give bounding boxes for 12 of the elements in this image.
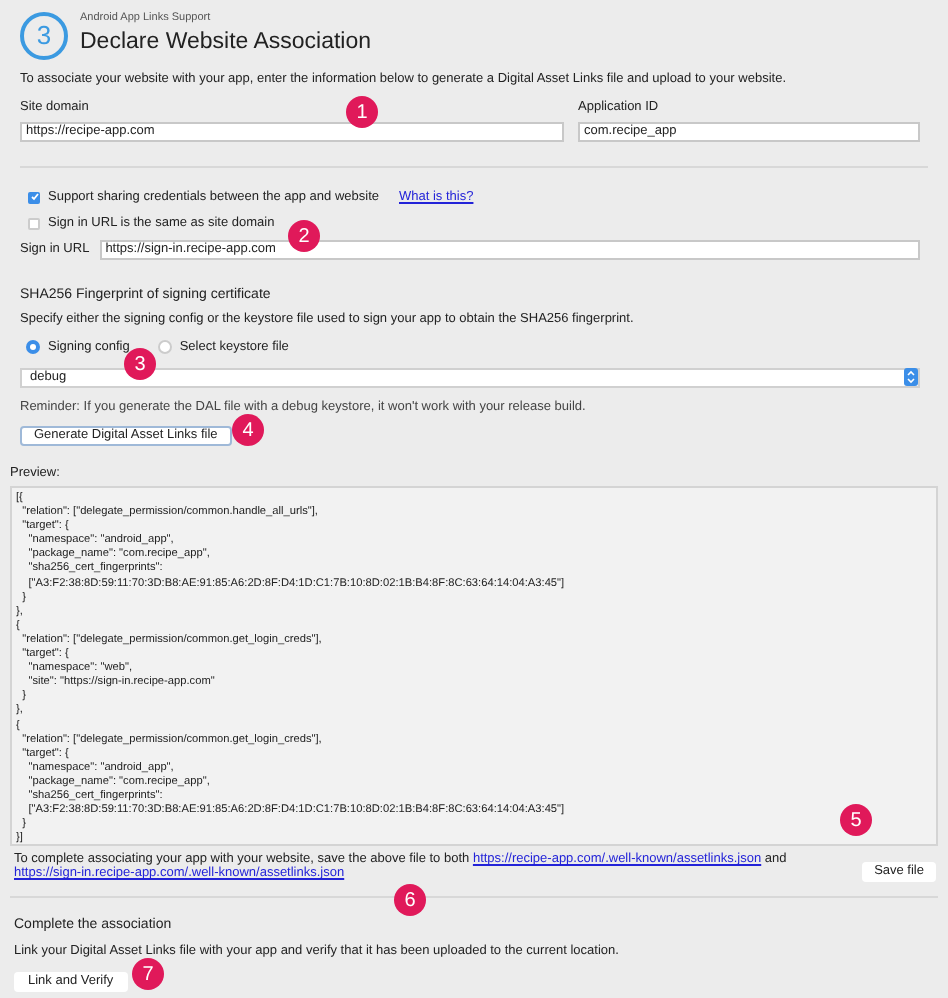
callout-badge: 4 (232, 414, 264, 446)
page-title: Declare Website Association (80, 28, 372, 59)
step-number: 3 (20, 11, 68, 60)
callout-badge: 7 (132, 958, 164, 990)
checkbox[interactable] (28, 217, 40, 230)
callout-badge: 6 (394, 884, 426, 916)
callout-badge: 1 (346, 96, 378, 128)
radio-button[interactable] (26, 340, 40, 355)
callout-badge: 2 (288, 220, 320, 252)
radio-button[interactable] (157, 340, 172, 355)
check-icon (29, 192, 39, 203)
stepper-icon (904, 368, 918, 386)
